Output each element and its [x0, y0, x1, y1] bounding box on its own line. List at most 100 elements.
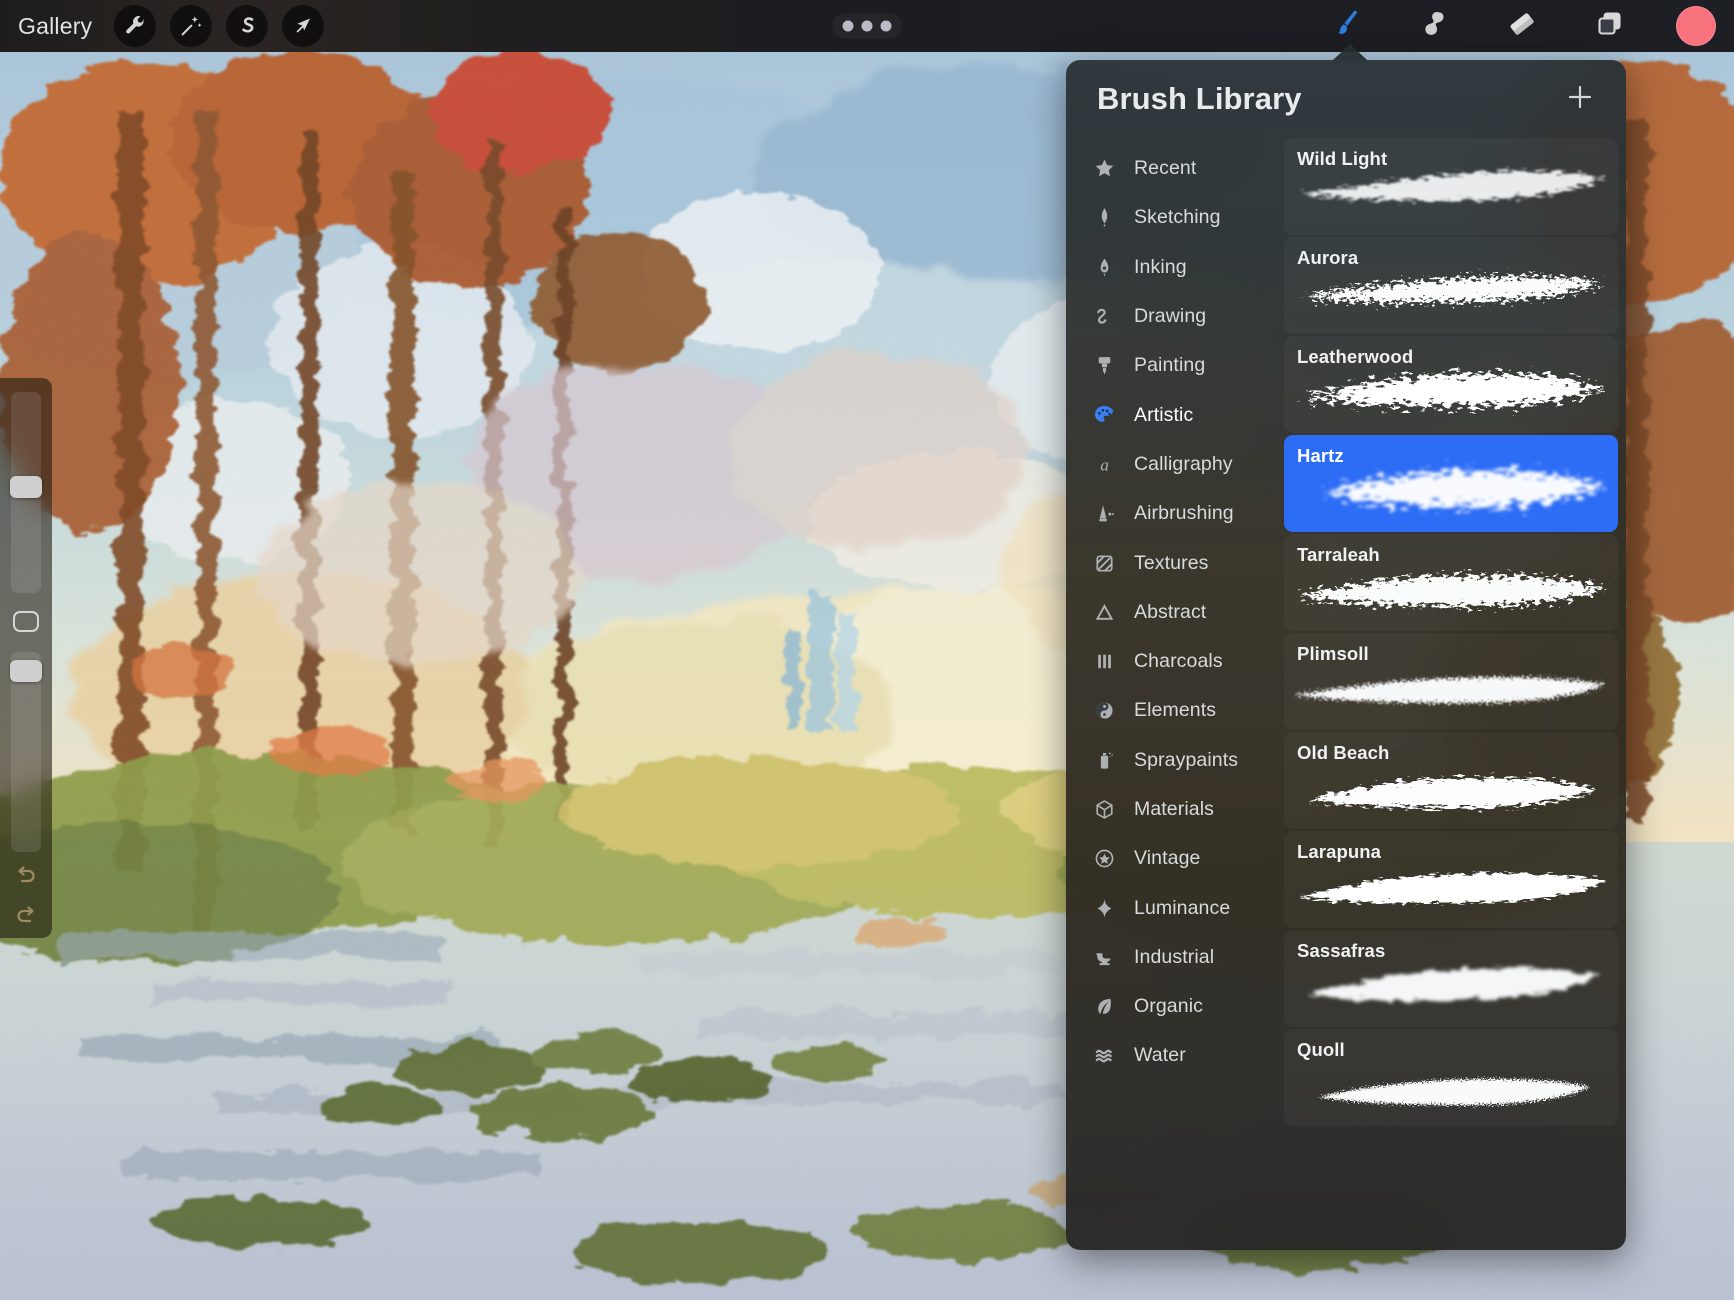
- undo-button[interactable]: [6, 858, 46, 898]
- layers-tool-button[interactable]: [1588, 6, 1632, 46]
- brush-item-old-beach[interactable]: Old Beach: [1284, 732, 1618, 829]
- brush-item-wild-light[interactable]: Wild Light: [1284, 138, 1618, 235]
- brush-name: Larapuna: [1297, 841, 1382, 862]
- color-swatch-button[interactable]: [1676, 6, 1716, 46]
- selection-button[interactable]: [226, 5, 269, 47]
- top-toolbar: Gallery: [0, 0, 1734, 52]
- category-artistic[interactable]: Artistic: [1066, 390, 1282, 439]
- category-drawing[interactable]: Drawing: [1066, 292, 1282, 341]
- brush-category-list[interactable]: Recent Sketching Inking Drawing Painting…: [1066, 138, 1282, 1250]
- category-label: Painting: [1134, 354, 1206, 377]
- modify-button[interactable]: [13, 610, 39, 632]
- palette-icon: [1090, 403, 1118, 427]
- airbrush-icon: [1090, 502, 1118, 525]
- svg-text:a: a: [1100, 455, 1109, 474]
- category-organic[interactable]: Organic: [1066, 982, 1282, 1031]
- category-inking[interactable]: Inking: [1066, 243, 1282, 292]
- transform-button[interactable]: [282, 5, 325, 47]
- paint-tool-button[interactable]: [1324, 6, 1368, 46]
- brush-item-aurora[interactable]: Aurora: [1284, 237, 1618, 334]
- opacity-slider[interactable]: [10, 651, 42, 853]
- actions-wrench-button[interactable]: [114, 5, 157, 47]
- redo-icon: [13, 903, 39, 934]
- brush-name: Sassafras: [1297, 940, 1386, 961]
- panel-drag-handle[interactable]: [832, 13, 902, 39]
- category-elements[interactable]: Elements: [1066, 686, 1282, 735]
- brush-item-leatherwood[interactable]: Leatherwood: [1284, 336, 1618, 433]
- category-materials[interactable]: Materials: [1066, 785, 1282, 834]
- category-luminance[interactable]: Luminance: [1066, 883, 1282, 932]
- toolbar-right-group: [1324, 0, 1716, 52]
- category-label: Elements: [1134, 699, 1217, 722]
- brush-library-header: Brush Library: [1066, 60, 1626, 138]
- star-circle-icon: [1090, 847, 1118, 870]
- redo-button[interactable]: [6, 898, 46, 938]
- waves-icon: [1090, 1044, 1118, 1067]
- gallery-button[interactable]: Gallery: [18, 13, 92, 40]
- paintbrush-icon: [1328, 6, 1364, 47]
- three-bars-icon: [1090, 650, 1118, 673]
- italic-a-icon: a: [1090, 453, 1118, 476]
- category-label: Inking: [1134, 255, 1187, 278]
- brush-size-slider[interactable]: [10, 392, 42, 593]
- brush-item-quoll[interactable]: Quoll: [1284, 1029, 1618, 1126]
- brush-item-hartz[interactable]: Hartz: [1284, 435, 1618, 532]
- brush-item-plimsoll[interactable]: Plimsoll: [1284, 633, 1618, 730]
- dot-1: [842, 20, 854, 32]
- erase-tool-button[interactable]: [1500, 6, 1544, 46]
- category-label: Textures: [1134, 551, 1209, 574]
- adjustments-wand-button[interactable]: [170, 5, 213, 47]
- category-calligraphy[interactable]: a Calligraphy: [1066, 440, 1282, 489]
- category-spraypaints[interactable]: Spraypaints: [1066, 736, 1282, 785]
- pencil-icon: [1090, 206, 1118, 229]
- dot-2: [861, 20, 873, 32]
- procreate-app: Gallery Brush Library Recent Sketching I…: [0, 0, 1734, 1300]
- brush-name: Tarraleah: [1297, 544, 1380, 565]
- add-brush-button[interactable]: [1560, 79, 1600, 119]
- category-label: Vintage: [1134, 847, 1201, 870]
- category-airbrushing[interactable]: Airbrushing: [1066, 489, 1282, 538]
- opacity-knob[interactable]: [10, 659, 42, 682]
- category-label: Calligraphy: [1134, 452, 1233, 475]
- panel-title: Brush Library: [1097, 81, 1302, 116]
- category-charcoals[interactable]: Charcoals: [1066, 637, 1282, 686]
- category-abstract[interactable]: Abstract: [1066, 588, 1282, 637]
- brush-list[interactable]: Wild Light Aurora Leatherwood Hartz Tarr…: [1282, 138, 1626, 1250]
- magic-wand-icon: [179, 14, 203, 38]
- category-textures[interactable]: Textures: [1066, 538, 1282, 587]
- category-label: Recent: [1134, 157, 1197, 180]
- brush-item-larapuna[interactable]: Larapuna: [1284, 831, 1618, 928]
- brush-item-sassafras[interactable]: Sassafras: [1284, 930, 1618, 1027]
- category-label: Abstract: [1134, 600, 1207, 623]
- brush-name: Old Beach: [1297, 742, 1390, 763]
- category-water[interactable]: Water: [1066, 1031, 1282, 1080]
- smudge-icon: [1417, 7, 1451, 46]
- squiggle-icon: [1090, 305, 1118, 328]
- layers-icon: [1593, 7, 1627, 46]
- category-label: Materials: [1134, 798, 1215, 820]
- brush-item-tarraleah[interactable]: Tarraleah: [1284, 534, 1618, 631]
- plus-icon: [1564, 81, 1596, 118]
- selection-icon: [235, 14, 259, 38]
- category-recent[interactable]: Recent: [1066, 144, 1282, 193]
- category-sketching[interactable]: Sketching: [1066, 193, 1282, 242]
- brush-size-knob[interactable]: [10, 476, 42, 498]
- dot-3: [880, 20, 892, 32]
- category-vintage[interactable]: Vintage: [1066, 834, 1282, 883]
- paint-brush-icon: [1090, 354, 1118, 377]
- brush-name: Wild Light: [1297, 148, 1388, 169]
- brush-name: Quoll: [1297, 1039, 1345, 1060]
- category-label: Spraypaints: [1134, 748, 1239, 771]
- category-label: Water: [1134, 1044, 1186, 1067]
- category-label: Charcoals: [1134, 650, 1223, 673]
- ink-nib-icon: [1090, 256, 1118, 279]
- smudge-tool-button[interactable]: [1412, 6, 1456, 46]
- category-painting[interactable]: Painting: [1066, 341, 1282, 390]
- anvil-icon: [1090, 946, 1118, 969]
- category-label: Luminance: [1134, 896, 1231, 919]
- spray-can-icon: [1090, 749, 1118, 772]
- panel-pointer-triangle: [1333, 44, 1367, 60]
- category-industrial[interactable]: Industrial: [1066, 933, 1282, 982]
- undo-icon: [13, 863, 39, 894]
- star-icon: [1090, 157, 1118, 180]
